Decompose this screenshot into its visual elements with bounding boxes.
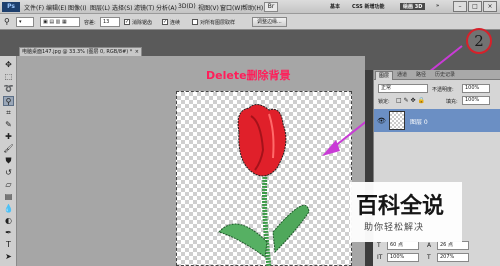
workspace-overflow-icon[interactable]: »: [436, 3, 439, 9]
eraser-tool-icon[interactable]: ▱: [3, 180, 14, 190]
menu-image[interactable]: 图像(I): [68, 3, 86, 12]
font-size-input[interactable]: 60 点: [387, 241, 419, 250]
vertical-scale-input[interactable]: 100%: [387, 253, 419, 262]
contiguous-label: 连续: [170, 20, 181, 26]
restore-icon[interactable]: □: [468, 1, 482, 12]
bridge-button[interactable]: Br: [264, 2, 278, 12]
menu-filter[interactable]: 滤镜(T): [134, 3, 154, 12]
menu-bar: Ps 文件(F) 编辑(E) 图像(I) 图层(L) 选择(S) 滤镜(T) 分…: [0, 0, 500, 14]
refine-edge-button[interactable]: 调整边缘...: [252, 17, 287, 27]
leading-icon: A: [427, 242, 432, 249]
menu-file[interactable]: 文件(F): [24, 3, 44, 12]
image-canvas[interactable]: [176, 91, 352, 266]
panel-tabs: 图层 通道 路径 历史记录: [374, 70, 500, 80]
tool-preset-picker[interactable]: ▾: [16, 17, 34, 27]
close-icon[interactable]: ×: [483, 1, 497, 12]
path-select-icon[interactable]: ➤: [3, 252, 14, 262]
eyedropper-tool-icon[interactable]: ✎: [3, 120, 14, 130]
annotation-label: Delete删除背景: [206, 69, 291, 82]
workspace-paint-3d[interactable]: 绘画 3D: [400, 3, 426, 10]
brush-tool-icon[interactable]: 🖌: [3, 144, 14, 154]
blur-tool-icon[interactable]: 💧: [3, 204, 14, 214]
magic-wand-icon[interactable]: ⚲: [3, 96, 14, 106]
layer-row[interactable]: 👁 图层 0: [374, 109, 500, 132]
menu-window[interactable]: 窗口(W): [220, 3, 243, 12]
dodge-tool-icon[interactable]: ◐: [3, 216, 14, 226]
lasso-tool-icon[interactable]: ➰: [3, 84, 14, 94]
opacity-label: 不透明度:: [432, 87, 454, 93]
gradient-tool-icon[interactable]: ▤: [3, 192, 14, 202]
stamp-tool-icon[interactable]: ⛊: [3, 156, 14, 166]
contiguous-checkbox[interactable]: ✓: [162, 19, 168, 25]
antialias-checkbox[interactable]: ✓: [124, 19, 130, 25]
tab-channels[interactable]: 通道: [394, 71, 410, 80]
menu-analysis[interactable]: 分析(A): [156, 3, 177, 12]
watermark-title: 百科全说: [356, 194, 445, 219]
toolbox: ✥ ⬚ ➰ ⚲ ⌗ ✎ ✚ 🖌 ⛊ ↺ ▱ ▤ 💧 ◐ ✒ T ➤: [0, 56, 17, 266]
menu-view[interactable]: 视图(V): [198, 3, 219, 12]
menu-layer[interactable]: 图层(L): [90, 3, 110, 12]
photoshop-logo: Ps: [2, 2, 20, 12]
menu-edit[interactable]: 编辑(E): [46, 3, 66, 12]
step-number-badge: 2: [466, 28, 492, 54]
document-close-icon[interactable]: ×: [135, 48, 139, 56]
horizontal-scale-input[interactable]: 207%: [437, 253, 469, 262]
document-tab[interactable]: 电脑桌面147.jpg @ 33.3% (图层 0, RGB/8#) * ×: [19, 47, 142, 56]
watermark-subtitle: 助你轻松解决: [364, 223, 425, 233]
lock-icons[interactable]: □ ✎ ✥ 🔒: [396, 97, 425, 104]
minimize-icon[interactable]: –: [453, 1, 467, 12]
fill-input[interactable]: 100%: [462, 96, 490, 105]
workspace-css[interactable]: CSS 新增功能: [352, 3, 384, 10]
magic-wand-tool-icon[interactable]: ⚲: [4, 17, 10, 26]
antialias-label: 消除锯齿: [132, 20, 153, 26]
fill-label: 填充:: [446, 99, 458, 105]
sample-all-checkbox[interactable]: [192, 19, 198, 25]
horizontal-scale-icon: T: [427, 254, 431, 261]
layer-thumbnail: [389, 111, 405, 130]
pen-tool-icon[interactable]: ✒: [3, 228, 14, 238]
menu-select[interactable]: 选择(S): [112, 3, 133, 12]
character-panel: T 60 点 A 26 点 IT 100% T 207%: [373, 240, 500, 266]
opacity-input[interactable]: 100%: [462, 84, 490, 93]
options-bar: ⚲ ▾ ▣ ▤ ▥ ▦ 容差: 13 ✓ 消除锯齿 ✓ 连续 对所有图层取样 调…: [0, 14, 500, 30]
tab-paths[interactable]: 路径: [413, 71, 429, 80]
tulip-image: [218, 104, 310, 266]
type-tool-icon[interactable]: T: [3, 240, 14, 250]
lock-label: 锁定:: [378, 99, 390, 105]
tolerance-input[interactable]: 13: [100, 17, 120, 27]
watermark: 百科全说 助你轻松解决: [350, 182, 462, 242]
tolerance-label: 容差:: [84, 20, 96, 26]
marquee-tool-icon[interactable]: ⬚: [3, 72, 14, 82]
leading-input[interactable]: 26 点: [437, 241, 469, 250]
crop-tool-icon[interactable]: ⌗: [3, 108, 14, 118]
font-size-icon: T: [377, 242, 381, 249]
visibility-eye-icon[interactable]: 👁: [377, 117, 386, 125]
layer-name[interactable]: 图层 0: [410, 117, 428, 126]
document-title: 电脑桌面147.jpg @ 33.3% (图层 0, RGB/8#) *: [22, 49, 133, 55]
menu-help[interactable]: 帮助(H): [242, 3, 263, 12]
selection-mode-icons[interactable]: ▣ ▤ ▥ ▦: [40, 17, 80, 27]
tab-history[interactable]: 历史记录: [432, 71, 458, 80]
blend-mode-select[interactable]: 正常: [378, 84, 428, 93]
tab-layers[interactable]: 图层: [375, 71, 394, 80]
healing-tool-icon[interactable]: ✚: [3, 132, 14, 142]
workspace-basic[interactable]: 基本: [330, 3, 340, 10]
menu-3d[interactable]: 3D(D): [178, 3, 196, 10]
history-brush-icon[interactable]: ↺: [3, 168, 14, 178]
sample-all-label: 对所有图层取样: [200, 20, 236, 26]
move-tool-icon[interactable]: ✥: [3, 60, 14, 70]
vertical-scale-icon: IT: [377, 254, 383, 261]
